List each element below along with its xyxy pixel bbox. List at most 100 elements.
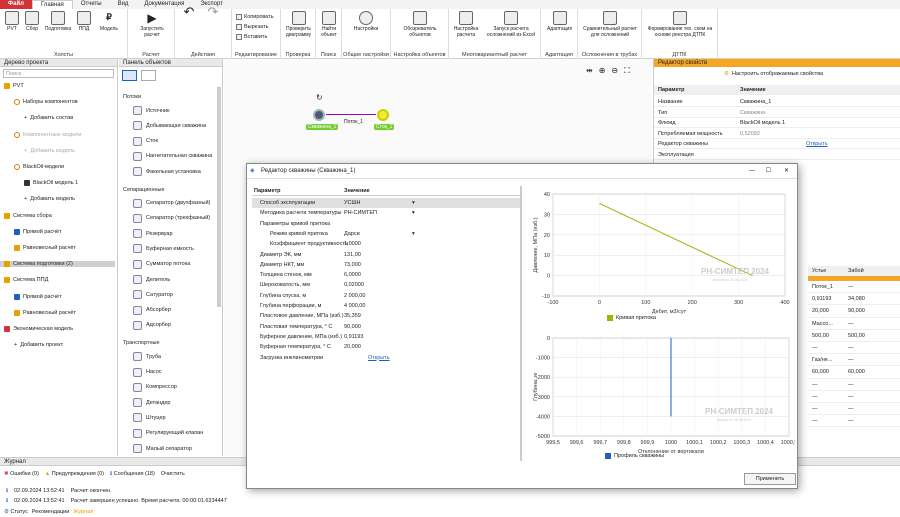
object-item[interactable]: Факельная установка xyxy=(133,167,201,177)
param-row[interactable]: Пластовая температура, ° С 90,000 xyxy=(252,322,520,332)
refresh-icon[interactable]: ↻ xyxy=(316,93,323,102)
clear-button[interactable]: Очистить xyxy=(161,471,185,477)
param-row[interactable]: Режим кривой притока Дарси ▾ xyxy=(252,229,520,239)
menu-home[interactable]: Главная xyxy=(31,0,73,9)
param-row[interactable]: Загрузка инклинометрии Открыть xyxy=(252,353,520,363)
object-item[interactable]: Труба xyxy=(133,352,161,362)
object-item[interactable]: Штуцер xyxy=(133,413,166,423)
object-item[interactable]: Добывающая скважина xyxy=(133,121,206,131)
param-row[interactable]: Глубина перфорации, м4 000,00 xyxy=(252,301,520,311)
param-row[interactable]: Коэффициент продуктивности 1,0000 xyxy=(252,239,520,249)
prop-row[interactable]: Эксплуатация xyxy=(654,150,900,160)
scrollbar[interactable] xyxy=(217,87,221,307)
param-row[interactable]: Диаметр НКТ, мм 73,000 xyxy=(252,260,520,270)
list-view-icon[interactable] xyxy=(122,70,137,81)
object-item[interactable]: Абсорбер xyxy=(133,305,171,315)
object-item[interactable]: Сепаратор (двухфазный) xyxy=(133,198,210,208)
copy-button[interactable]: Копировать xyxy=(236,14,274,20)
calc-setup-button[interactable]: Настройка расчета xyxy=(451,9,481,38)
object-item[interactable]: Компрессор xyxy=(133,382,177,392)
param-row[interactable]: Параметры кривой притока xyxy=(252,219,520,229)
tree-item[interactable]: + Добавить модель xyxy=(24,148,75,154)
tab-recommend[interactable]: Рекомендации xyxy=(32,509,69,515)
legend-checkbox[interactable] xyxy=(607,315,613,321)
tree-item[interactable]: + Добавить проект xyxy=(14,342,63,348)
zoom-out-icon[interactable]: ⊖ xyxy=(611,66,618,76)
param-row[interactable]: Методика расчета температуры РН-СИМТЕП ▾ xyxy=(252,208,520,218)
chevron-down-icon[interactable]: ▾ xyxy=(412,210,415,216)
grid-view-icon[interactable] xyxy=(141,70,156,81)
tree-item[interactable]: Прямой расчёт xyxy=(14,228,62,235)
tree-item[interactable]: BlackOil-модели xyxy=(14,164,64,170)
tree-item[interactable]: Равновесный расчёт xyxy=(14,309,76,316)
object-item[interactable]: Нагнетательная скважина xyxy=(133,151,212,161)
param-row[interactable]: Глубина спуска, м2 000,00 xyxy=(252,291,520,301)
fit-screen-icon[interactable]: ⛶ xyxy=(624,66,630,76)
param-row[interactable]: Буферное давление, МПа (изб.) 0,91193 xyxy=(252,332,520,342)
fit-icon[interactable]: ⇹ xyxy=(586,66,593,76)
prop-row[interactable]: Флюид BlackOil модель 1 xyxy=(654,118,900,129)
apply-button[interactable]: Применить xyxy=(744,473,796,485)
tree-item[interactable]: Система сбора xyxy=(4,212,52,219)
object-item[interactable]: Резервуар xyxy=(133,229,173,239)
object-item[interactable]: Источник xyxy=(133,106,169,115)
object-item[interactable]: Сумматор потока xyxy=(133,259,190,269)
tree-item[interactable]: + Добавить состав xyxy=(24,115,73,121)
tree-item[interactable]: Система ППД xyxy=(4,277,48,284)
run-calc-button[interactable]: ▶ Запустить расчет xyxy=(132,9,172,38)
podgotovka-button[interactable]: Подготовка xyxy=(42,9,74,32)
tab-journal[interactable]: Журнал xyxy=(73,509,93,515)
zoom-in-icon[interactable]: ⊕ xyxy=(599,66,606,76)
chevron-down-icon[interactable]: ▾ xyxy=(412,231,415,237)
menu-reports[interactable]: Отчеты xyxy=(73,0,110,9)
well-node[interactable] xyxy=(313,109,325,121)
object-item[interactable]: Сатуратор xyxy=(133,290,173,300)
param-row[interactable]: Диаметр ЭК, мм 131,00 xyxy=(252,250,520,260)
warnings-filter[interactable]: ▲ Предупреждения (0) xyxy=(45,471,104,477)
messages-filter[interactable]: ℹ Сообщения (18) xyxy=(110,471,155,477)
find-object-button[interactable]: Найти объект xyxy=(317,9,341,38)
ppd-button[interactable]: ППД xyxy=(74,9,94,32)
tree-item[interactable]: Экономическая модель xyxy=(4,326,73,332)
tree-item[interactable]: PVT xyxy=(4,83,24,89)
undo-icon[interactable]: ↶ xyxy=(179,5,199,18)
object-item[interactable]: Регулирующий клапан xyxy=(133,428,203,438)
tree-item[interactable]: Прямой расчёт xyxy=(14,293,62,300)
param-row[interactable]: Пластовое давление, МПа (изб.) 35,359 xyxy=(252,311,520,321)
tab-status[interactable]: ⚙ Статус xyxy=(4,509,28,515)
pvt-button[interactable]: PVT xyxy=(2,9,22,32)
sbor-button[interactable]: Сбор xyxy=(22,9,42,32)
maximize-icon[interactable]: ☐ xyxy=(766,164,771,179)
menu-file[interactable]: Файл xyxy=(0,0,32,9)
tree-item[interactable]: Наборы компонентов xyxy=(14,99,78,106)
flow-line[interactable] xyxy=(326,114,376,115)
tree-item[interactable]: Система подготовки (2) xyxy=(0,261,115,268)
prop-row[interactable]: Название Скважина_1 xyxy=(654,97,900,107)
minimize-icon[interactable]: — xyxy=(749,164,755,179)
object-item[interactable]: Малый сепаратор xyxy=(133,444,192,453)
errors-filter[interactable]: ✖ Ошибки (0) xyxy=(4,471,39,477)
cut-button[interactable]: Вырезать xyxy=(236,24,268,30)
object-item[interactable]: Насос xyxy=(133,367,162,377)
check-diagram-button[interactable]: Проверить диаграмму xyxy=(283,9,314,38)
paste-button[interactable]: Вставить xyxy=(236,34,267,40)
tree-item[interactable]: Компонентные модели xyxy=(14,131,81,138)
prop-row[interactable]: Редактор скважины Открыть xyxy=(654,139,900,150)
object-item[interactable]: Делитель xyxy=(133,275,170,284)
param-row[interactable]: Толщина стенок, мм 6,0000 xyxy=(252,270,520,280)
prop-row[interactable]: Тип Скважина xyxy=(654,108,900,118)
dtpk-button[interactable]: Формирование тех. схем на основе реестра… xyxy=(646,9,714,38)
tree-item[interactable]: Равновесный расчёт xyxy=(14,245,76,251)
splitter[interactable] xyxy=(520,186,522,461)
object-item[interactable]: Сток xyxy=(133,136,158,146)
menu-view[interactable]: Вид xyxy=(110,0,137,9)
param-row[interactable]: Шероховатость, мм 0,02000 xyxy=(252,280,520,290)
redo-icon[interactable]: ↷ xyxy=(203,5,223,18)
configure-props-button[interactable]: ⚙ Настроить отображаемые свойства xyxy=(724,71,823,77)
chevron-down-icon[interactable]: ▾ xyxy=(412,200,415,206)
tree-item[interactable]: BlackOil модель 1 xyxy=(24,180,78,187)
param-row[interactable]: Буферная температура, ° С 20,000 xyxy=(252,342,520,352)
prop-row[interactable]: Потребляемая мощность 0,52092 xyxy=(654,129,900,139)
adaptation-button[interactable]: Адаптация xyxy=(543,9,576,32)
legend-checkbox[interactable] xyxy=(605,453,611,459)
